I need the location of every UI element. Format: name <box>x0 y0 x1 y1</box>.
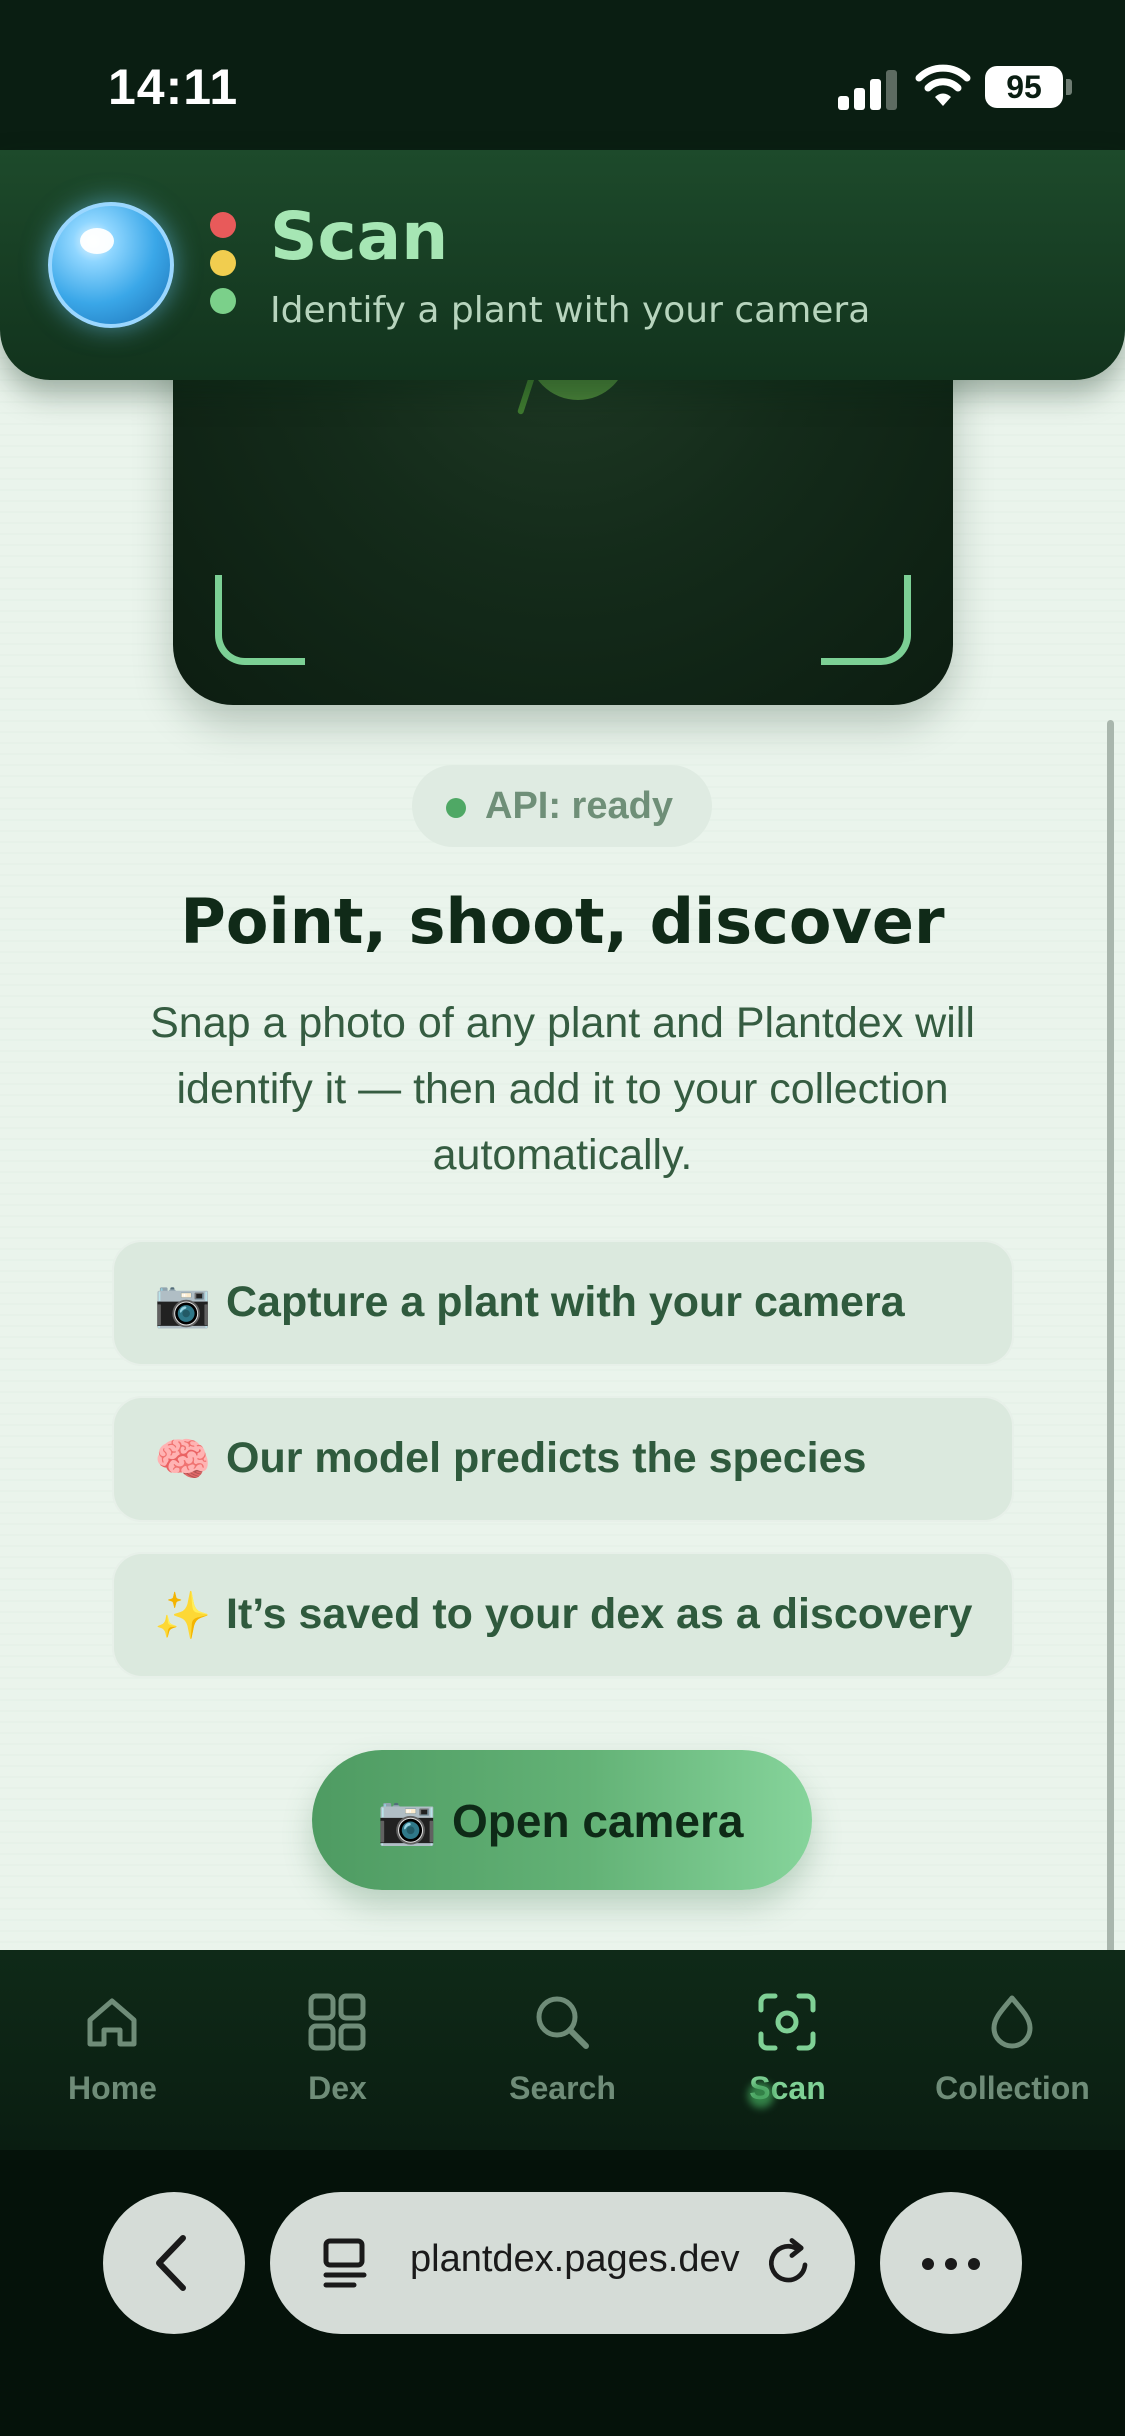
scan-icon <box>758 1993 816 2051</box>
cellular-signal-icon <box>838 68 900 110</box>
grid-icon <box>308 1993 366 2051</box>
open-camera-button[interactable]: 📷 Open camera <box>312 1750 812 1890</box>
status-dot-icon <box>446 798 466 818</box>
status-bar: 14:11 95 <box>0 0 1125 160</box>
yellow-indicator-light <box>210 250 236 276</box>
tab-label: Dex <box>308 2070 367 2106</box>
tab-label: Collection <box>935 2070 1090 2106</box>
search-icon <box>536 1996 589 2049</box>
battery-tip <box>1066 79 1072 95</box>
tab-label: Scan <box>749 2070 826 2106</box>
camera-icon: 📷 <box>154 1276 212 1330</box>
reload-icon[interactable] <box>760 2233 820 2293</box>
tab-home[interactable]: Home <box>0 1950 225 2150</box>
status-time: 14:11 <box>108 59 239 115</box>
leaf-drop-icon <box>991 1995 1033 2049</box>
green-indicator-light <box>210 288 236 314</box>
api-status-badge: API: ready <box>412 765 712 847</box>
description: Snap a photo of any plant and Plantdex w… <box>150 999 975 1179</box>
headline: Point, shoot, discover <box>180 885 945 958</box>
wifi-icon <box>915 64 971 106</box>
tab-collection[interactable]: Collection <box>900 1950 1125 2150</box>
back-button[interactable] <box>103 2192 245 2334</box>
more-dot-icon <box>922 2258 934 2270</box>
brain-icon: 🧠 <box>154 1432 212 1486</box>
home-icon <box>87 1998 137 2047</box>
more-dot-icon <box>968 2258 980 2270</box>
pokedex-lens-icon <box>48 202 174 328</box>
battery-indicator: 95 <box>985 66 1063 108</box>
open-camera-label: Open camera <box>452 1795 744 1847</box>
tab-search[interactable]: Search <box>450 1950 675 2150</box>
viewfinder-corner-bottom-left <box>215 575 305 665</box>
step-label: Our model predicts the species <box>226 1434 867 1482</box>
app-header: Scan Identify a plant with your camera <box>0 150 1125 380</box>
more-dot-icon <box>945 2258 957 2270</box>
page-title: Scan <box>270 198 449 275</box>
step-label: Capture a plant with your camera <box>226 1278 905 1326</box>
chevron-left-icon <box>156 2235 186 2291</box>
active-tab-indicator <box>748 2082 774 2108</box>
tab-label: Search <box>509 2070 616 2106</box>
step-capture: 📷 Capture a plant with your camera <box>112 1240 1014 1366</box>
api-status-label: API: ready <box>485 785 673 827</box>
sparkles-icon: ✨ <box>154 1588 212 1642</box>
more-options-button[interactable] <box>880 2192 1022 2334</box>
lens-shine <box>80 228 114 254</box>
browser-toolbar: plantdex.pages.dev <box>0 2150 1125 2436</box>
viewfinder-corner-bottom-right <box>821 575 911 665</box>
url-text: plantdex.pages.dev <box>410 2238 740 2280</box>
bottom-tab-bar: Home Dex Search Scan Collection <box>0 1950 1125 2150</box>
page-menu-icon[interactable] <box>314 2231 378 2295</box>
tab-dex[interactable]: Dex <box>225 1950 450 2150</box>
step-label: It’s saved to your dex as a discovery <box>226 1590 973 1638</box>
red-indicator-light <box>210 212 236 238</box>
step-save: ✨ It’s saved to your dex as a discovery <box>112 1552 1014 1678</box>
address-bar[interactable]: plantdex.pages.dev <box>270 2192 855 2334</box>
camera-icon: 📷 <box>377 1792 437 1848</box>
step-predict: 🧠 Our model predicts the species <box>112 1396 1014 1522</box>
tab-label: Home <box>68 2070 157 2106</box>
plant-stem <box>516 375 536 415</box>
page-subtitle: Identify a plant with your camera <box>270 290 871 331</box>
tab-scan[interactable]: Scan <box>675 1950 900 2150</box>
